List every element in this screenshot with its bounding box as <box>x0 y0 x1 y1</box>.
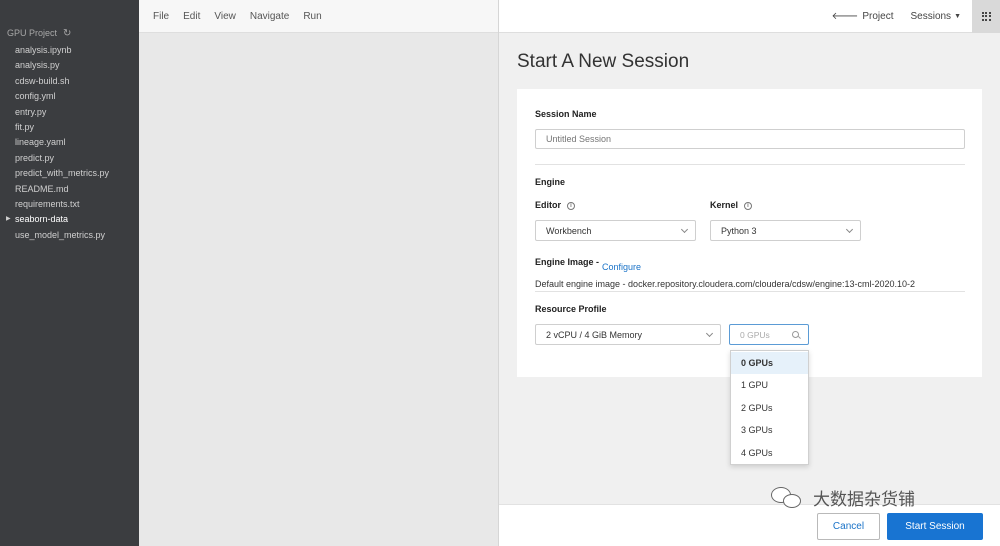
kernel-select[interactable]: Python 3 <box>710 220 861 241</box>
file-name: requirements.txt <box>15 198 80 209</box>
chevron-down-icon <box>845 225 854 233</box>
menu-item-run[interactable]: Run <box>303 11 321 22</box>
sidebar-file[interactable]: analysis.py <box>0 58 139 73</box>
search-icon <box>792 331 799 338</box>
kernel-label: Kernel <box>710 200 739 210</box>
wechat-icon <box>771 486 805 509</box>
file-name: use_model_metrics.py <box>15 229 106 240</box>
sidebar-file[interactable]: README.md <box>0 182 139 197</box>
menu-item-edit[interactable]: Edit <box>183 11 200 22</box>
file-name: analysis.py <box>15 60 60 71</box>
file-name: analysis.ipynb <box>15 45 72 55</box>
file-name: seaborn-data <box>15 214 69 225</box>
kernel-label-row: Kernel i <box>710 200 753 210</box>
session-panel: 🡐 Project Sessions ▼ Start A New Session… <box>499 0 1000 546</box>
session-name-input[interactable] <box>535 129 965 149</box>
project-link-label: Project <box>862 10 894 22</box>
footer-bar: Cancel Start Session <box>499 504 1000 546</box>
editor-label-row: Editor i <box>535 200 575 210</box>
menu-item-navigate[interactable]: Navigate <box>250 11 289 22</box>
gpu-option[interactable]: 1 GPU <box>731 374 808 396</box>
caret-down-icon: ▼ <box>954 12 961 20</box>
arrow-left-icon: 🡐 <box>831 11 859 22</box>
file-name: lineage.yaml <box>15 137 66 148</box>
chevron-down-icon <box>680 225 689 233</box>
engine-image-text: Default engine image - docker.repository… <box>535 279 916 289</box>
sidebar-file[interactable]: predict.py <box>0 151 139 166</box>
configure-link[interactable]: Configure <box>602 262 641 272</box>
file-name: README.md <box>15 183 69 194</box>
sidebar-file[interactable]: requirements.txt <box>0 197 139 212</box>
info-icon: i <box>567 201 575 210</box>
sidebar-file[interactable]: lineage.yaml <box>0 135 139 150</box>
kernel-select-value: Python 3 <box>721 225 757 236</box>
sidebar-file[interactable]: entry.py <box>0 105 139 120</box>
engine-label: Engine <box>535 177 566 187</box>
gpu-option[interactable]: 0 GPUs <box>731 352 808 375</box>
gpu-dropdown-menu: 0 GPUs 1 GPU 2 GPUs 3 GPUs 4 GPUs <box>730 350 809 465</box>
file-sidebar: GPU Project ↻ analysis.ipynb analysis.py c… <box>0 0 139 546</box>
menu-item-view[interactable]: View <box>214 11 236 22</box>
editor-select[interactable]: Workbench <box>535 220 696 241</box>
grid-icon <box>981 11 991 21</box>
sessions-dropdown[interactable]: Sessions ▼ <box>910 11 961 22</box>
menu-bar: File Edit View Navigate Run <box>139 0 498 33</box>
chevron-down-icon <box>705 329 714 337</box>
resource-profile-select[interactable]: 2 vCPU / 4 GiB Memory <box>535 324 721 345</box>
editor-pane: File Edit View Navigate Run <box>139 0 499 546</box>
sidebar-file[interactable]: predict_with_metrics.py <box>0 166 139 181</box>
file-name: predict_with_metrics.py <box>15 168 110 179</box>
chevron-right-icon: ▶ <box>6 216 11 223</box>
sidebar-file[interactable]: analysis.ipynb <box>0 43 139 58</box>
project-name: GPU Project <box>7 28 58 38</box>
project-link[interactable]: 🡐 Project <box>831 10 894 23</box>
session-form: Session Name Engine Editori Workbench Ke… <box>517 89 982 377</box>
top-bar: 🡐 Project Sessions ▼ <box>499 0 1000 33</box>
file-name: fit.py <box>15 121 35 132</box>
sidebar-file[interactable]: cdsw-build.sh <box>0 74 139 89</box>
engine-image-label: Engine Image - <box>535 257 600 267</box>
watermark-text: 大数据杂货铺 <box>813 490 915 510</box>
start-session-button[interactable]: Start Session <box>887 513 983 540</box>
gpu-option[interactable]: 3 GPUs <box>731 419 808 441</box>
gpu-placeholder: 0 GPUs <box>740 329 770 340</box>
editor-select-value: Workbench <box>546 225 592 236</box>
sidebar-file[interactable]: use_model_metrics.py <box>0 228 139 243</box>
gpu-select-input[interactable]: 0 GPUs <box>729 324 809 345</box>
grid-menu-button[interactable] <box>972 0 1000 33</box>
project-header: GPU Project ↻ <box>0 26 139 40</box>
editor-label: Editor <box>535 200 561 210</box>
gpu-option[interactable]: 4 GPUs <box>731 442 808 464</box>
page-title: Start A New Session <box>517 51 690 72</box>
watermark: 大数据杂货铺 <box>771 485 915 510</box>
menu-item-file[interactable]: File <box>153 11 169 22</box>
sidebar-folder[interactable]: ▶ seaborn-data <box>0 212 139 227</box>
file-name: cdsw-build.sh <box>15 75 70 86</box>
cancel-button[interactable]: Cancel <box>817 513 880 540</box>
file-name: predict.py <box>15 152 55 163</box>
gpu-option[interactable]: 2 GPUs <box>731 397 808 419</box>
file-list: analysis.ipynb analysis.py cdsw-build.sh co… <box>0 43 139 243</box>
file-name: config.yml <box>15 91 56 102</box>
resource-profile-label: Resource Profile <box>535 304 607 314</box>
session-name-label: Session Name <box>535 109 597 119</box>
info-icon: i <box>744 201 753 210</box>
engine-image-underline <box>535 291 965 292</box>
sidebar-file[interactable]: config.yml <box>0 89 139 104</box>
form-divider <box>535 164 965 165</box>
sidebar-file[interactable]: fit.py <box>0 120 139 135</box>
sessions-label: Sessions <box>910 10 952 22</box>
file-name: entry.py <box>15 106 47 117</box>
resource-profile-value: 2 vCPU / 4 GiB Memory <box>546 329 643 340</box>
refresh-icon[interactable]: ↻ <box>63 28 71 39</box>
